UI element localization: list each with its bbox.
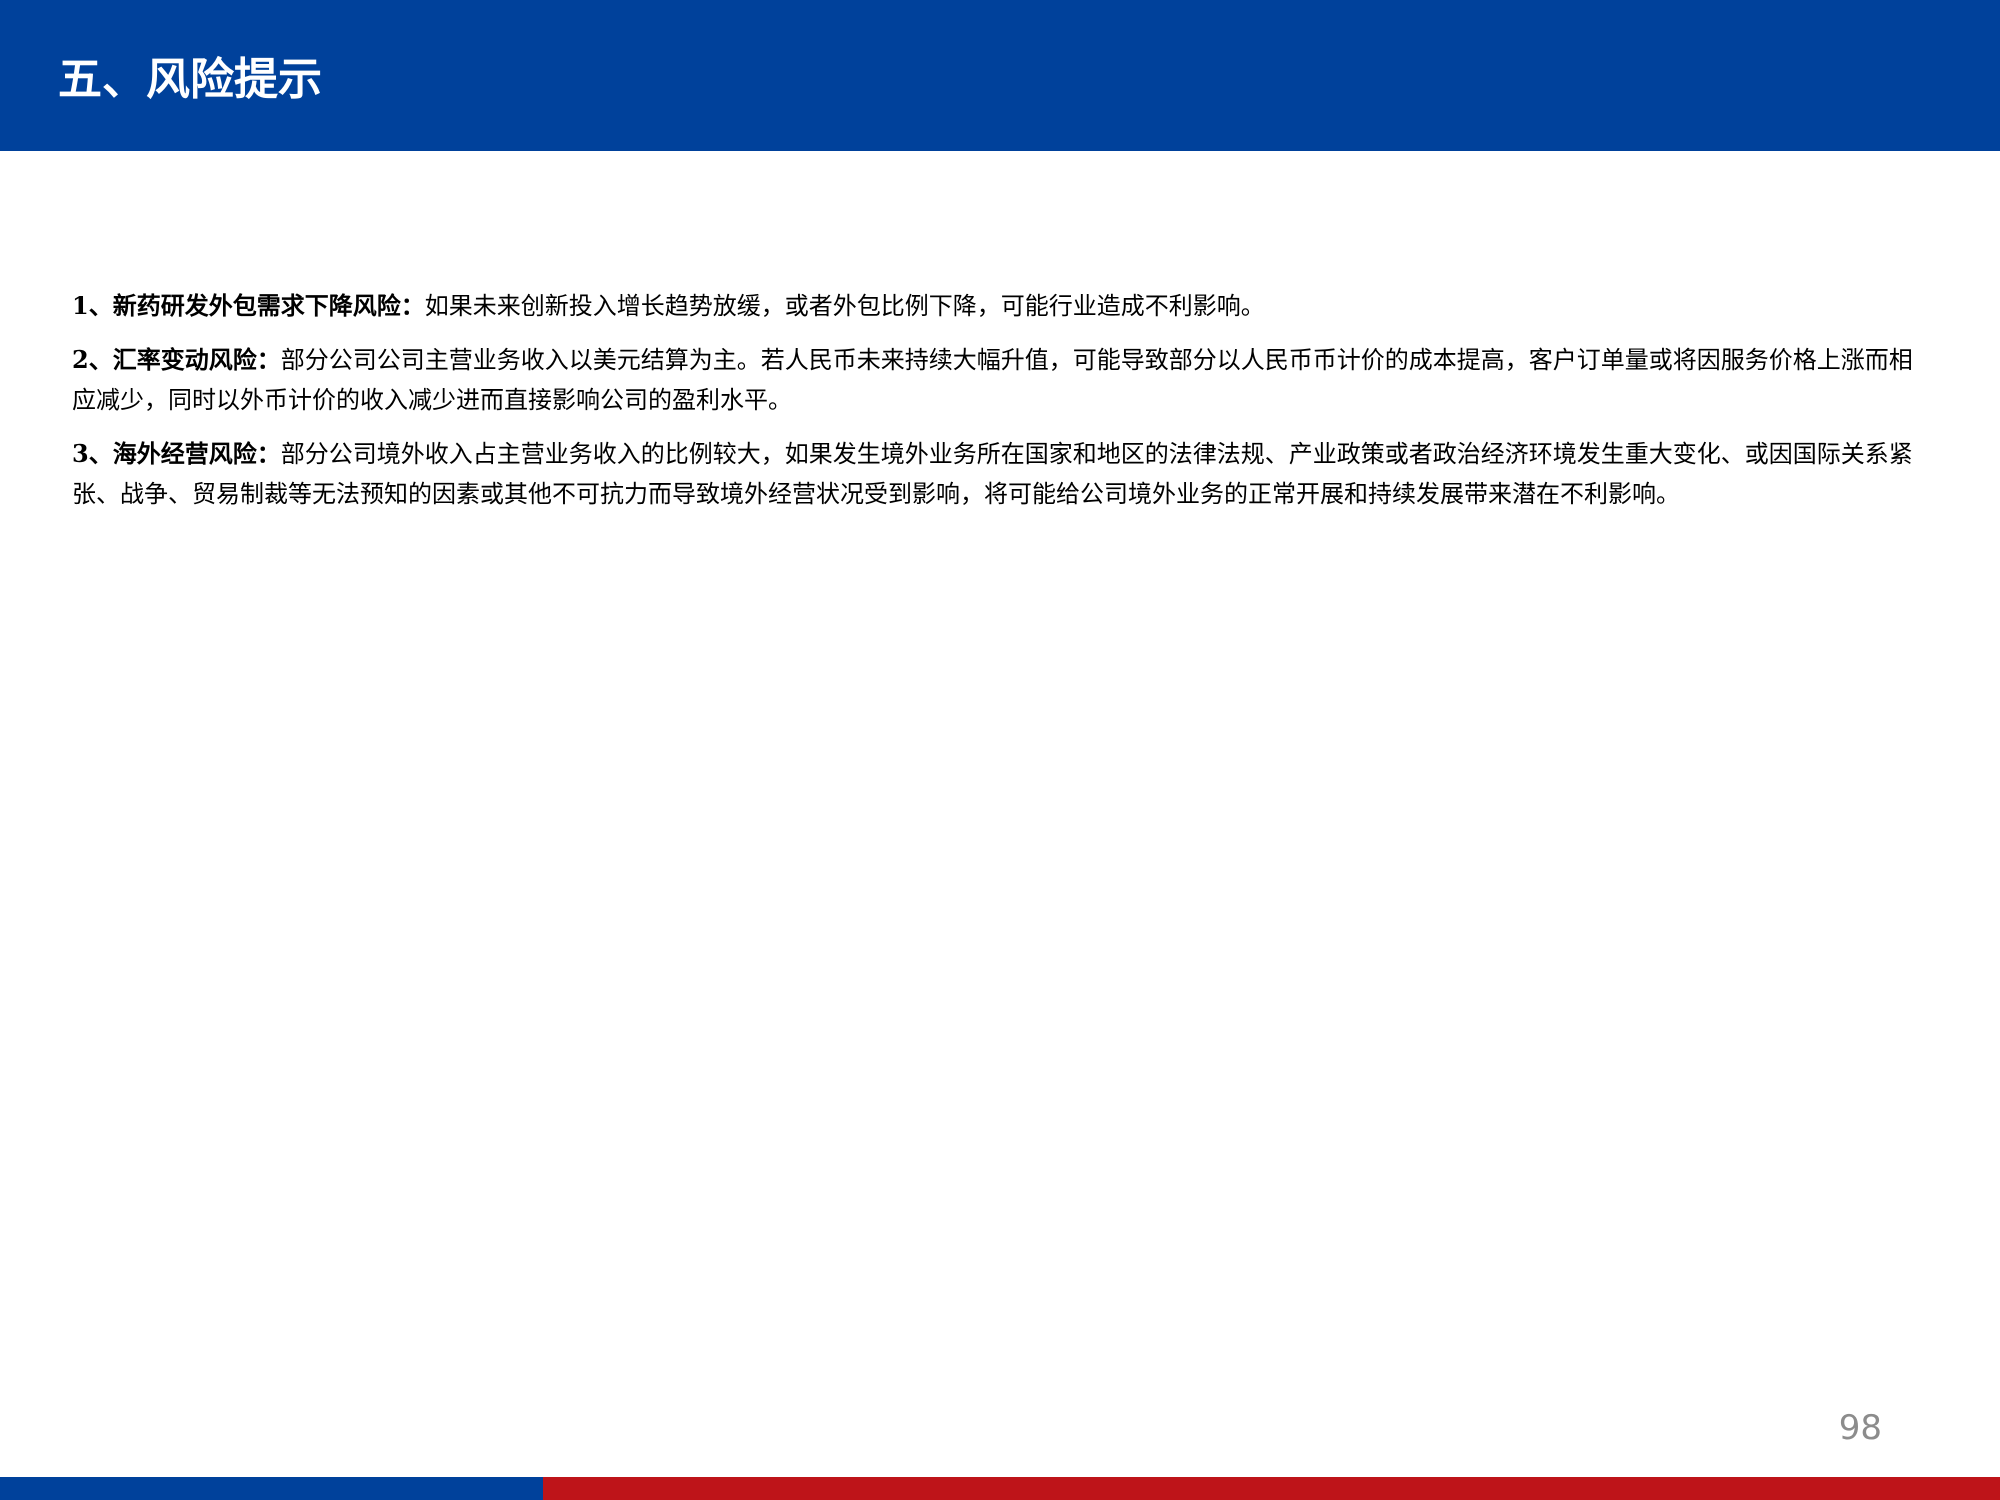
risk-heading: 1、新药研发外包需求下降风险： (72, 291, 425, 320)
risk-description: 部分公司公司主营业务收入以美元结算为主。若人民币未来持续大幅升值，可能导致部分以… (72, 346, 1913, 414)
risk-description: 部分公司境外收入占主营业务收入的比例较大，如果发生境外业务所在国家和地区的法律法… (72, 440, 1913, 508)
footer-bar-red (543, 1477, 2000, 1500)
risk-heading: 3、海外经营风险： (72, 439, 281, 468)
risk-item-new-drug-outsourcing: 1、新药研发外包需求下降风险：如果未来创新投入增长趋势放缓，或者外包比例下降，可… (72, 286, 1922, 326)
risk-description: 如果未来创新投入增长趋势放缓，或者外包比例下降，可能行业造成不利影响。 (424, 292, 1265, 320)
page-title: 五、风险提示 (58, 54, 322, 105)
risk-list: 1、新药研发外包需求下降风险：如果未来创新投入增长趋势放缓，或者外包比例下降，可… (72, 286, 1922, 528)
risk-item-exchange-rate: 2、汇率变动风险：部分公司公司主营业务收入以美元结算为主。若人民币未来持续大幅升… (72, 340, 1922, 420)
risk-item-overseas-operations: 3、海外经营风险：部分公司境外收入占主营业务收入的比例较大，如果发生境外业务所在… (72, 434, 1922, 514)
risk-heading: 2、汇率变动风险： (72, 345, 281, 374)
header-band: 五、风险提示 (0, 0, 2000, 151)
page-number: 98 (1838, 1408, 1882, 1448)
footer-bar-blue (0, 1477, 543, 1500)
